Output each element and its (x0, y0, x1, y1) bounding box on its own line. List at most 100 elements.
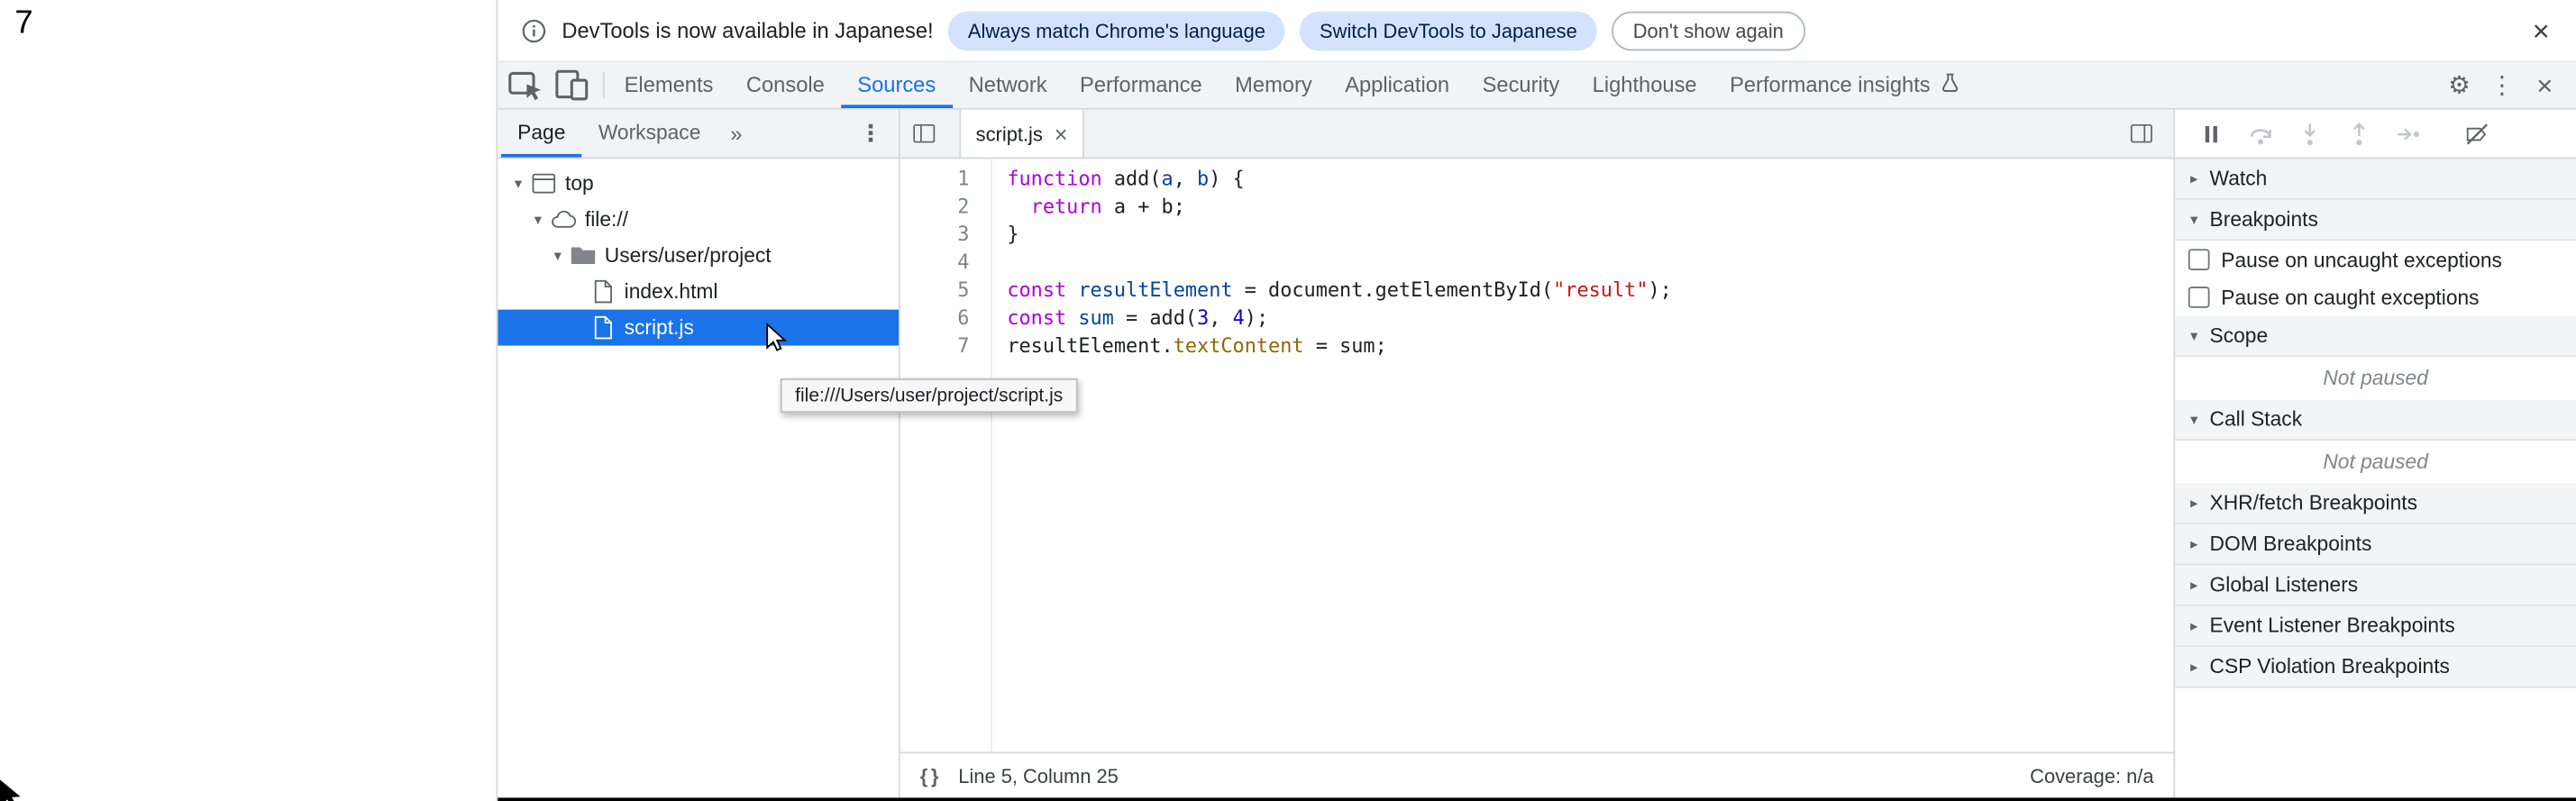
toolbar-tab-network[interactable]: Network (952, 62, 1063, 108)
code-editor[interactable]: 1function add(a, b) {2 return a + b;3}45… (900, 159, 2174, 751)
section-header-breakpoints[interactable]: ▾Breakpoints (2175, 200, 2576, 241)
debugger-pane: ▸ Watch ▾BreakpointsPause on uncaught exce… (2173, 110, 2576, 798)
code-line-3[interactable]: 3} (900, 221, 2174, 249)
editor-statusbar: {} Line 5, Column 25 Coverage: n/a (900, 751, 2174, 797)
tree-item-file[interactable]: ▾ file:// (498, 202, 899, 238)
code-line-2[interactable]: 2 return a + b; (900, 194, 2174, 222)
always-match-language-button[interactable]: Always match Chrome's language (948, 11, 1285, 50)
section-triangle-icon: ▸ (2185, 535, 2203, 553)
toolbar-tab-label: Lighthouse (1593, 71, 1697, 96)
toolbar-tab-performance[interactable]: Performance (1064, 62, 1219, 108)
tree-expander-icon[interactable]: ▾ (547, 247, 569, 265)
line-number[interactable]: 6 (900, 305, 992, 332)
step-out-icon[interactable] (2346, 121, 2372, 147)
section-label: Watch (2210, 167, 2268, 189)
line-number[interactable]: 5 (900, 277, 992, 305)
line-number[interactable]: 2 (900, 194, 992, 222)
editor-pane: script.js × 1function add(a, b) {2 retur… (900, 110, 2174, 798)
switch-devtools-japanese-button[interactable]: Switch DevTools to Japanese (1300, 11, 1596, 50)
checkbox-pause-on-uncaught-exceptions[interactable] (2188, 249, 2210, 270)
toolbar-tab-sources[interactable]: Sources (841, 62, 952, 108)
breakpoint-option-pause-on-uncaught-exceptions[interactable]: Pause on uncaught exceptions (2175, 241, 2576, 278)
section-triangle-icon: ▾ (2185, 410, 2203, 428)
toolbar-tab-memory[interactable]: Memory (1219, 62, 1329, 108)
step-icon[interactable] (2395, 121, 2421, 147)
section-triangle-icon: ▸ (2185, 169, 2203, 187)
more-options-icon[interactable]: ⋮ (2480, 66, 2523, 105)
device-toolbar-icon[interactable] (551, 66, 593, 105)
toolbar-tab-lighthouse[interactable]: Lighthouse (1576, 62, 1713, 108)
code-line-5[interactable]: 5const resultElement = document.getEleme… (900, 277, 2174, 305)
line-number[interactable]: 1 (900, 166, 992, 194)
section-header-csp-violation-breakpoints[interactable]: ▸CSP Violation Breakpoints (2175, 647, 2576, 687)
coverage-status: Coverage: n/a (2030, 764, 2153, 787)
section-placeholder-scope: Not paused (2175, 357, 2576, 399)
editor-tabbar: script.js × (900, 110, 2174, 159)
toolbar-tab-console[interactable]: Console (730, 62, 841, 108)
toolbar-tab-label: Sources (857, 71, 936, 96)
code-line-text: const resultElement = document.getElemen… (992, 277, 1672, 305)
toggle-debugger-sidebar-icon[interactable] (2117, 122, 2163, 146)
panel-right-icon (2128, 122, 2152, 146)
devtools-close-icon[interactable]: × (2524, 66, 2566, 105)
breakpoint-option-pause-on-caught-exceptions[interactable]: Pause on caught exceptions (2175, 278, 2576, 316)
pause-icon[interactable] (2198, 121, 2224, 147)
debugger-sections: ▸ Watch ▾BreakpointsPause on uncaught exce… (2175, 159, 2576, 797)
section-label: Scope (2210, 324, 2269, 347)
section-header-event-listener-breakpoints[interactable]: ▸Event Listener Breakpoints (2175, 606, 2576, 647)
code-line-7[interactable]: 7resultElement.textContent = sum; (900, 332, 2174, 360)
tree-item-users-user-project[interactable]: ▾Users/user/project (498, 238, 899, 274)
checkbox-pause-on-caught-exceptions[interactable] (2188, 287, 2210, 308)
code-line-text: resultElement.textContent = sum; (992, 332, 1387, 360)
deactivate-breakpoints-icon[interactable] (2464, 121, 2490, 147)
tree-item-top[interactable]: ▾top (498, 166, 899, 202)
toolbar-tab-label: Application (1345, 71, 1449, 96)
editor-tab-label: script.js (976, 122, 1043, 144)
section-header-xhr-fetch-breakpoints[interactable]: ▸XHR/fetch Breakpoints (2175, 483, 2576, 523)
tree-expander-icon[interactable]: ▾ (507, 175, 529, 193)
line-number[interactable]: 4 (900, 249, 992, 277)
toolbar-tab-elements[interactable]: Elements (607, 62, 729, 108)
section-header-global-listeners[interactable]: ▸Global Listeners (2175, 565, 2576, 605)
toggle-navigator-icon[interactable] (900, 110, 946, 158)
toolbar-divider (603, 72, 605, 98)
section-header-dom-breakpoints[interactable]: ▸DOM Breakpoints (2175, 524, 2576, 565)
tree-expander-icon[interactable]: ▾ (527, 211, 549, 229)
section-label: Event Listener Breakpoints (2210, 614, 2455, 637)
more-tabs-icon[interactable]: » (717, 110, 755, 158)
tree-item-label: file:// (585, 208, 628, 231)
editor-tab-scriptjs[interactable]: script.js × (959, 110, 1083, 158)
bottom-strip (498, 797, 2576, 801)
file-icon (589, 314, 616, 341)
toolbar-tab-label: Memory (1235, 71, 1312, 96)
editor-tab-close-icon[interactable]: × (1055, 122, 1068, 144)
dont-show-again-button[interactable]: Don't show again (1612, 11, 1805, 50)
line-number[interactable]: 3 (900, 221, 992, 249)
navigator-tab-page[interactable]: Page (501, 110, 582, 158)
section-header-call-stack[interactable]: ▾Call Stack (2175, 400, 2576, 441)
code-line-6[interactable]: 6const sum = add(3, 4); (900, 305, 2174, 332)
code-line-text: return a + b; (992, 194, 1185, 222)
toolbar-tab-label: Elements (625, 71, 714, 96)
notification-close-icon[interactable]: × (2529, 15, 2553, 45)
inspect-element-icon[interactable] (505, 66, 547, 105)
toolbar-tab-application[interactable]: Application (1329, 62, 1466, 108)
pretty-print-icon[interactable]: {} (920, 764, 942, 787)
tree-item-script-js[interactable]: script.js (498, 310, 899, 346)
line-number[interactable]: 7 (900, 332, 992, 360)
step-into-icon[interactable] (2297, 121, 2323, 147)
code-line-1[interactable]: 1function add(a, b) { (900, 166, 2174, 194)
settings-gear-icon[interactable]: ⚙ (2438, 66, 2480, 105)
tree-item-index-html[interactable]: index.html (498, 274, 899, 310)
toolbar-tab-performance-insights[interactable]: Performance insights (1713, 62, 1978, 108)
code-line-4[interactable]: 4 (900, 249, 2174, 277)
navigator-menu-icon[interactable]: ⋮ (843, 110, 899, 158)
browser-page: 7 (0, 0, 496, 801)
folder-icon (570, 242, 596, 269)
toolbar-tab-security[interactable]: Security (1466, 62, 1576, 108)
section-header-scope[interactable]: ▾Scope (2175, 316, 2576, 357)
step-over-icon[interactable] (2247, 121, 2273, 147)
navigator-tab-workspace[interactable]: Workspace (582, 110, 717, 158)
section-header-watch[interactable]: ▸ Watch (2175, 159, 2576, 199)
cloud-icon (551, 206, 577, 232)
